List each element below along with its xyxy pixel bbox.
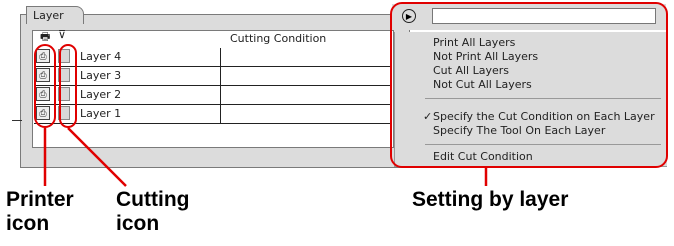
printer-icon-label: Printer icon — [6, 188, 74, 235]
callout-lines — [43, 127, 488, 187]
cutting-icon-label: Cutting icon — [116, 188, 190, 235]
setting-by-layer-label: Setting by layer — [412, 188, 569, 211]
